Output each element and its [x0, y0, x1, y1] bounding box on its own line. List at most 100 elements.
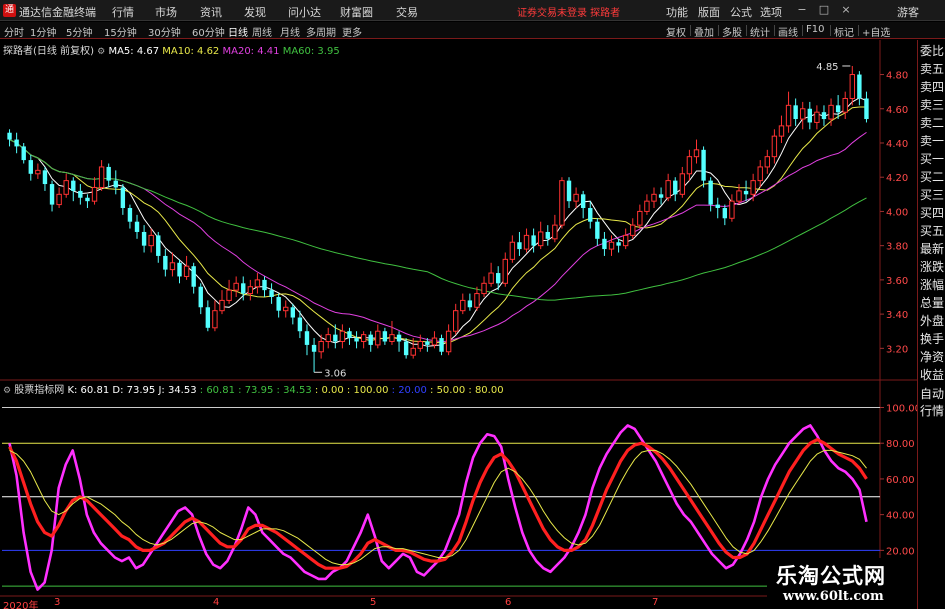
side-buy5[interactable]: 买五 [920, 224, 945, 239]
candle [509, 235, 516, 263]
minimize-icon[interactable]: − [795, 3, 809, 17]
menu-item-banmian[interactable]: 版面 [698, 4, 720, 20]
tool-separator [858, 25, 859, 36]
side-earnings[interactable]: 收益 [920, 368, 945, 383]
period-multi[interactable]: 多周期 [306, 24, 336, 39]
indicator-name[interactable]: 股票指标网 [14, 385, 64, 396]
menu-item-xuanxiang[interactable]: 选项 [760, 4, 782, 20]
close-icon[interactable]: × [839, 3, 853, 17]
tool-f10[interactable]: F10 [806, 24, 824, 35]
period-more[interactable]: 更多 [342, 24, 362, 39]
side-buy3[interactable]: 买三 [920, 188, 945, 203]
candle-body-up [637, 210, 643, 226]
tool-duogu[interactable]: 多股 [722, 24, 742, 39]
side-turnover[interactable]: 换手 [920, 332, 945, 347]
period-weekly[interactable]: 周线 [252, 24, 272, 39]
side-change-pct[interactable]: 涨幅 [920, 278, 945, 293]
candle [793, 98, 798, 126]
candle [28, 154, 33, 181]
side-sell3[interactable]: 卖三 [920, 98, 945, 113]
side-hangqing[interactable]: 行情 [920, 404, 945, 419]
menu-item-wenxiaoda[interactable]: 问小达 [288, 4, 321, 20]
candle-body-down [368, 334, 373, 345]
candle [602, 231, 607, 256]
menu-item-jiaoyi[interactable]: 交易 [396, 4, 418, 20]
menu-item-faxian[interactable]: 发现 [244, 4, 266, 20]
guest-label[interactable]: 游客 [897, 4, 919, 20]
side-sell5[interactable]: 卖五 [920, 62, 945, 77]
candle-body-down [21, 146, 26, 161]
side-buy1[interactable]: 买一 [920, 152, 945, 167]
candle-body-up [764, 156, 771, 168]
period-monthly[interactable]: 月线 [280, 24, 300, 39]
maximize-icon[interactable]: □ [817, 3, 831, 17]
side-sell2[interactable]: 卖二 [920, 116, 945, 131]
candle [757, 160, 763, 188]
menu-item-gongneng[interactable]: 功能 [666, 4, 688, 20]
side-latest[interactable]: 最新 [920, 242, 945, 257]
period-fenshi[interactable]: 分时 [4, 24, 24, 39]
candle [382, 327, 388, 345]
side-weibi[interactable]: 委比 [920, 44, 945, 59]
candle [552, 214, 558, 243]
chart-canvas[interactable]: 4.80 4.60 4.40 4.20 4.00 3.80 3.60 3.40 3.20 4.8… [0, 40, 917, 609]
settings-gear-icon[interactable]: ⚙ [3, 386, 11, 396]
side-buy4[interactable]: 买四 [920, 206, 945, 221]
menu-item-gongshi[interactable]: 公式 [730, 4, 752, 20]
candle-body-up [318, 340, 324, 353]
side-sell4[interactable]: 卖四 [920, 80, 945, 95]
side-net-assets[interactable]: 净资 [920, 350, 945, 365]
period-1min[interactable]: 1分钟 [30, 24, 56, 39]
date-month-label: 4 [213, 597, 220, 608]
side-auto[interactable]: 自动 [920, 387, 945, 402]
period-15min[interactable]: 15分钟 [104, 24, 137, 39]
side-buy2[interactable]: 买二 [920, 170, 945, 185]
axis-background [880, 40, 917, 609]
candle-body-up [375, 330, 381, 346]
period-daily[interactable]: 日线 [228, 24, 248, 39]
main-info-line: 探路者(日线 前复权) ⚙ MA5: 4.67 MA10: 4.62 MA20:… [3, 42, 340, 57]
candle-body-up [828, 104, 834, 120]
tool-huaxian[interactable]: 画线 [778, 24, 798, 39]
tool-biaoji[interactable]: 标记 [834, 24, 854, 39]
settings-gear-icon[interactable]: ⚙ [97, 47, 105, 57]
kdj-extra-value: : 60.81 [199, 385, 235, 396]
side-volume[interactable]: 总量 [920, 296, 945, 311]
candle-body-up [537, 231, 544, 247]
candle-body-up [552, 224, 558, 240]
ma60-line [9, 139, 867, 301]
candle-body-down [297, 317, 303, 332]
candle-body-down [403, 341, 409, 356]
quote-sidebar: 委比 卖五 卖四 卖三 卖二 卖一 买一 买二 买三 买四 买五 最新 涨跌 涨… [917, 40, 945, 609]
period-60min[interactable]: 60分钟 [192, 24, 225, 39]
side-sell1[interactable]: 卖一 [920, 134, 945, 149]
stock-name[interactable]: 探路者(日线 前复权) [3, 46, 94, 57]
tool-tongji[interactable]: 统计 [750, 24, 770, 39]
candle [771, 129, 778, 164]
side-outer[interactable]: 外盘 [920, 314, 945, 329]
menu-item-hangqing[interactable]: 行情 [112, 4, 134, 20]
candle-body-down [120, 187, 126, 209]
candle-body-up [474, 293, 480, 308]
candle [247, 279, 254, 301]
period-30min[interactable]: 30分钟 [148, 24, 181, 39]
candle [580, 190, 586, 219]
login-status[interactable]: 证券交易未登录 探路者 [517, 4, 620, 19]
tool-fuquan[interactable]: 复权 [666, 24, 686, 39]
candle-body-up [360, 334, 367, 342]
candle [347, 327, 352, 345]
candle [396, 331, 402, 352]
candle [156, 231, 161, 263]
period-5min[interactable]: 5分钟 [66, 24, 92, 39]
menu-item-caifuquan[interactable]: 财富圈 [340, 4, 373, 20]
menu-item-shichang[interactable]: 市场 [155, 4, 177, 20]
candle-body-up [445, 330, 452, 353]
candle [163, 249, 168, 277]
kdj-k-line [8, 438, 868, 570]
side-change[interactable]: 涨跌 [920, 260, 945, 275]
menu-item-zixun[interactable]: 资讯 [200, 4, 222, 20]
kdj-k-value: K: 60.81 [67, 385, 110, 396]
kdj-y-tick-label: 60.00 [886, 475, 915, 486]
tool-zixuan[interactable]: +自选 [862, 24, 890, 39]
tool-diejia[interactable]: 叠加 [694, 24, 714, 39]
